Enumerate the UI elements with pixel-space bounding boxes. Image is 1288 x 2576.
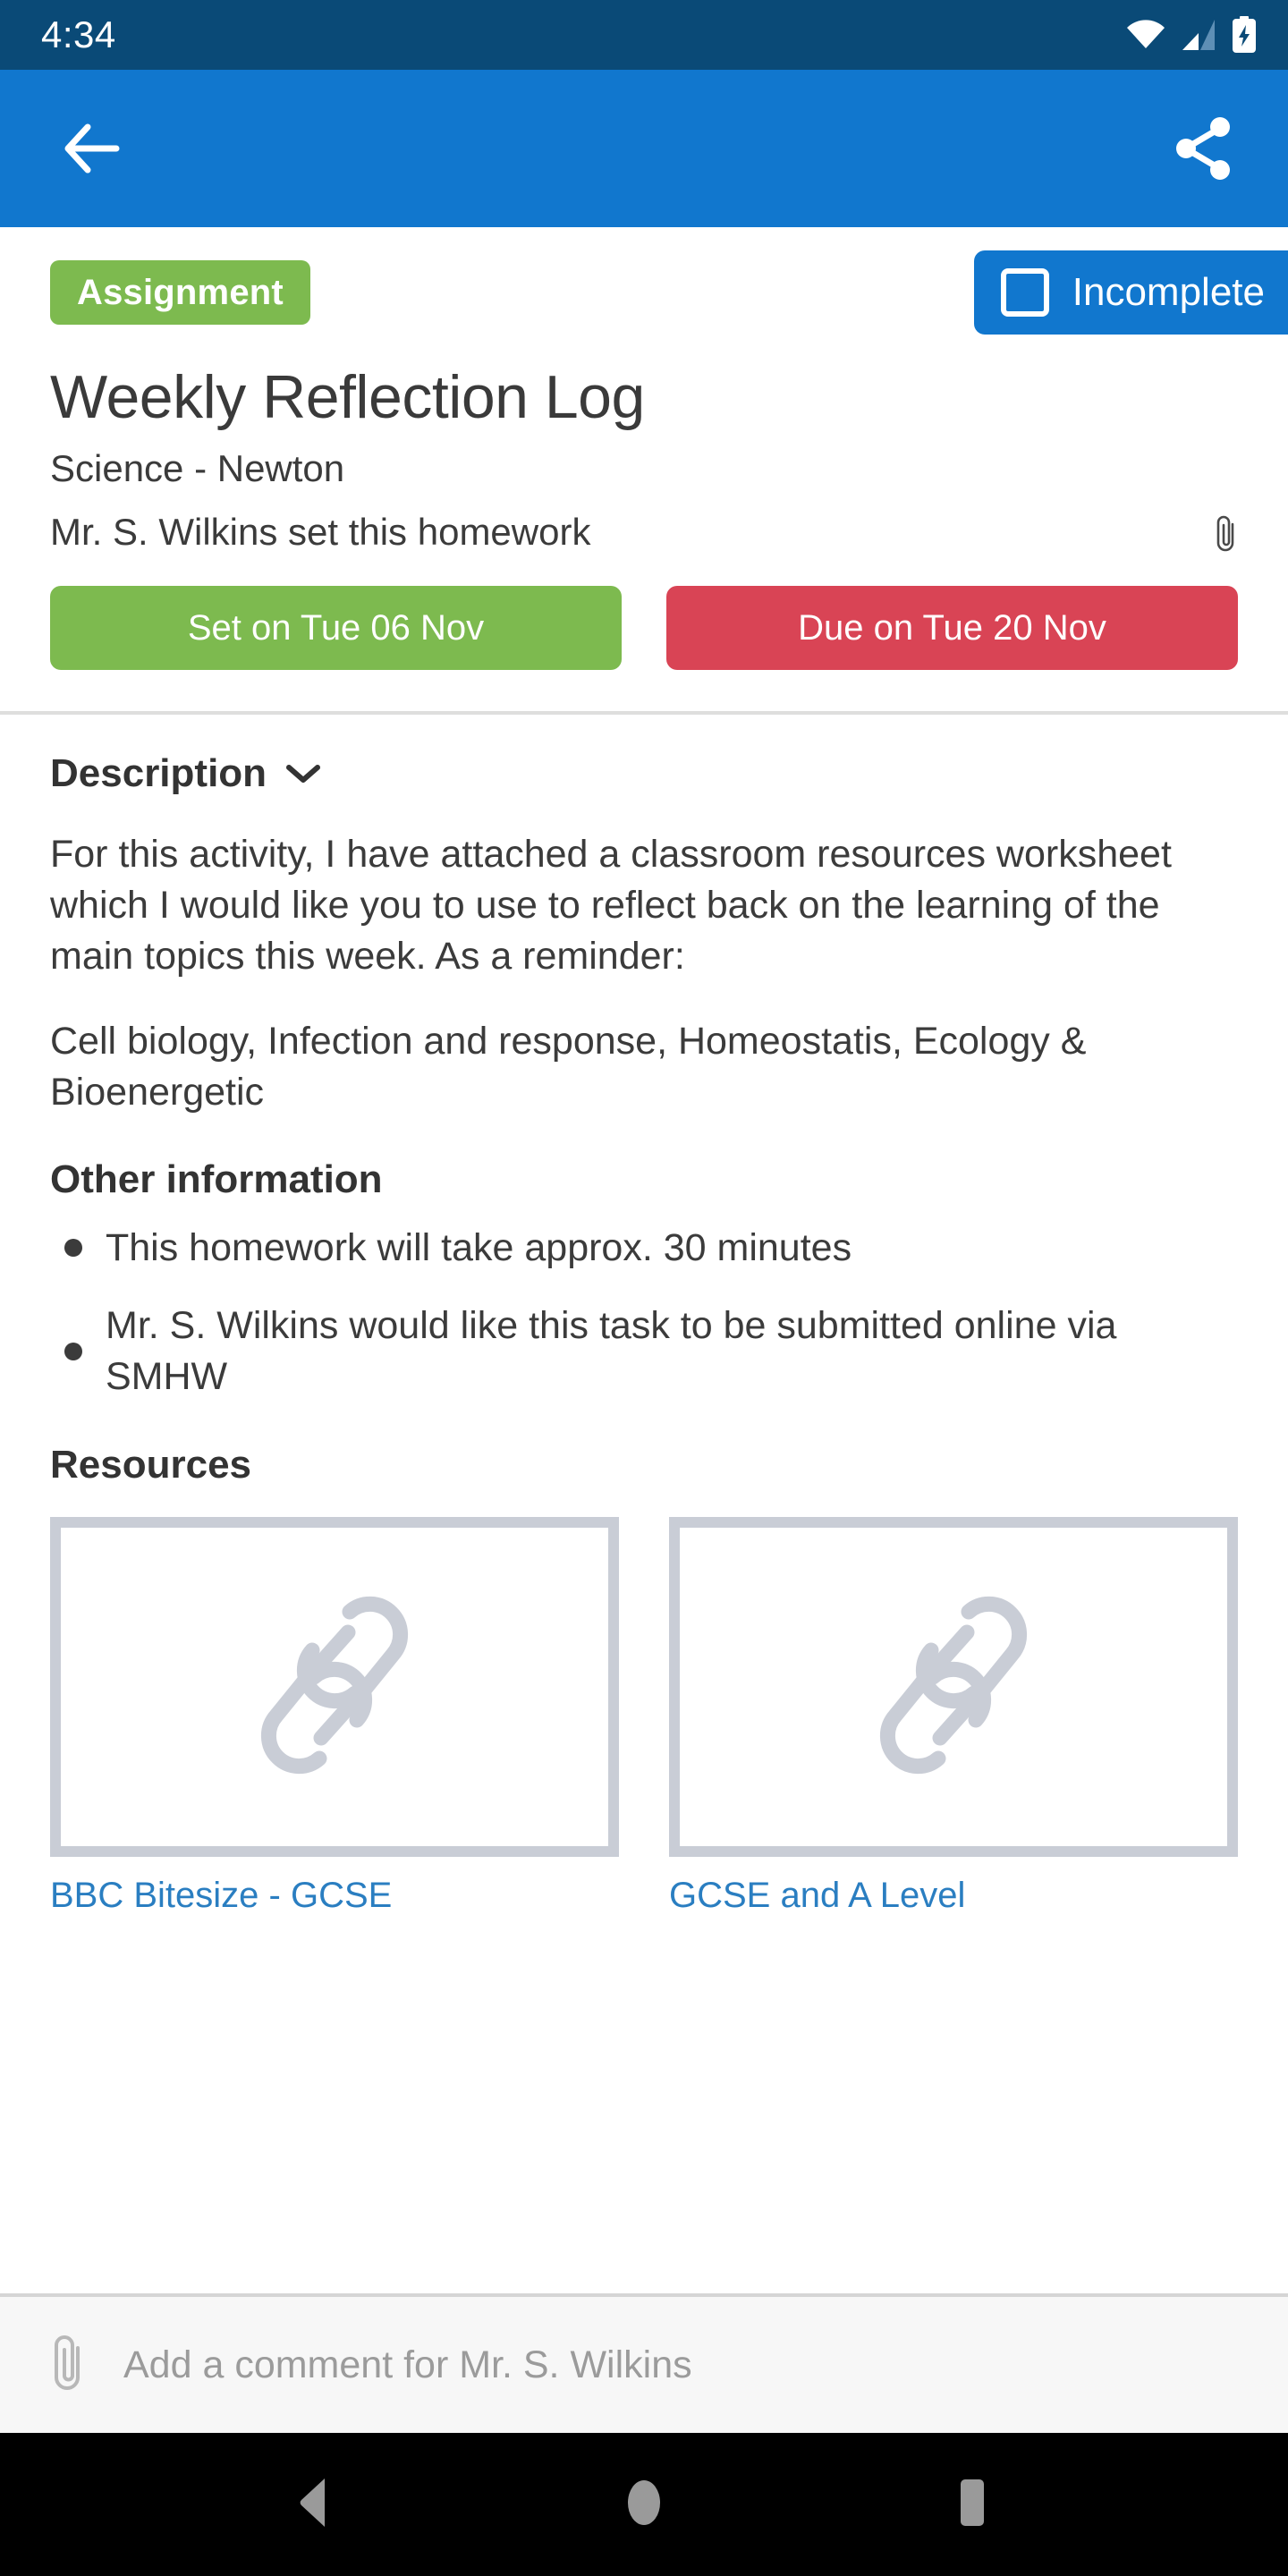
share-icon: [1172, 114, 1236, 182]
cellular-signal-icon: [1181, 18, 1216, 52]
chevron-down-icon: [284, 762, 322, 790]
homework-header: Assignment Incomplete Weekly Reflection …: [0, 227, 1288, 715]
description-paragraph-2: Cell biology, Infection and response, Ho…: [50, 1020, 1087, 1114]
other-information-list: This homework will take approx. 30 minut…: [50, 1223, 1238, 1403]
nav-recents-button[interactable]: [919, 2451, 1026, 2558]
resources-list: BBC Bitesize - GCSE GCSE and A Level: [50, 1517, 1238, 1917]
badge-row: Assignment Incomplete: [0, 250, 1288, 335]
resource-thumbnail: [669, 1517, 1238, 1858]
completion-status-button[interactable]: Incomplete: [973, 250, 1288, 335]
resource-thumbnail: [50, 1517, 619, 1858]
back-button[interactable]: [50, 106, 136, 191]
resource-card[interactable]: BBC Bitesize - GCSE: [50, 1517, 619, 1917]
share-button[interactable]: [1161, 106, 1247, 191]
description-section: Description For this activity, I have at…: [0, 715, 1288, 1918]
nav-back-button[interactable]: [262, 2451, 369, 2558]
nav-home-button[interactable]: [590, 2451, 698, 2558]
date-row: Set on Tue 06 Nov Due on Tue 20 Nov: [0, 557, 1288, 670]
link-chain-icon: [250, 1582, 419, 1792]
setter-row: Mr. S. Wilkins set this homework: [0, 490, 1288, 557]
homework-type-badge: Assignment: [50, 260, 310, 325]
comment-input[interactable]: Add a comment for Mr. S. Wilkins: [123, 2345, 692, 2385]
list-item: Mr. S. Wilkins would like this task to b…: [50, 1301, 1238, 1402]
android-nav-bar: [0, 2433, 1288, 2576]
comment-bar[interactable]: Add a comment for Mr. S. Wilkins: [0, 2293, 1288, 2433]
homework-setter: Mr. S. Wilkins set this homework: [50, 510, 591, 553]
description-toggle[interactable]: Description: [50, 715, 1238, 793]
paperclip-icon[interactable]: [43, 2331, 93, 2400]
description-heading: Description: [50, 750, 267, 795]
resource-card[interactable]: GCSE and A Level: [669, 1517, 1238, 1917]
list-item: This homework will take approx. 30 minut…: [50, 1223, 1238, 1274]
status-bar-icons: [1125, 16, 1258, 54]
resource-link-label[interactable]: BBC Bitesize - GCSE: [50, 1875, 619, 1917]
homework-title: Weekly Reflection Log: [50, 363, 645, 431]
other-information-heading: Other information: [50, 1157, 383, 1201]
paperclip-icon[interactable]: [1211, 512, 1241, 557]
due-date-chip[interactable]: Due on Tue 20 Nov: [666, 585, 1238, 670]
homework-subject: Science - Newton: [50, 447, 345, 490]
resources-heading: Resources: [50, 1443, 252, 1487]
link-chain-icon: [869, 1582, 1038, 1792]
set-date-chip[interactable]: Set on Tue 06 Nov: [50, 585, 622, 670]
resource-link-label[interactable]: GCSE and A Level: [669, 1875, 1238, 1917]
nav-home-circle-icon: [624, 2476, 664, 2534]
status-bar: 4:34: [0, 0, 1288, 70]
battery-charging-icon: [1231, 16, 1258, 54]
nav-back-triangle-icon: [291, 2475, 341, 2535]
nav-recents-square-icon: [949, 2477, 996, 2533]
back-arrow-icon: [61, 120, 125, 177]
description-paragraph-1: For this activity, I have attached a cla…: [50, 832, 1172, 978]
wifi-icon: [1125, 19, 1166, 51]
checkbox-unchecked-icon: [1000, 268, 1049, 317]
homework-detail-scroll[interactable]: Assignment Incomplete Weekly Reflection …: [0, 227, 1288, 2293]
phone-screen: 4:34 Assignment Incomplete Weekly Reflec…: [0, 0, 1288, 2576]
completion-status-label: Incomplete: [1072, 270, 1265, 314]
app-bar: [0, 70, 1288, 227]
status-bar-clock: 4:34: [41, 13, 116, 55]
